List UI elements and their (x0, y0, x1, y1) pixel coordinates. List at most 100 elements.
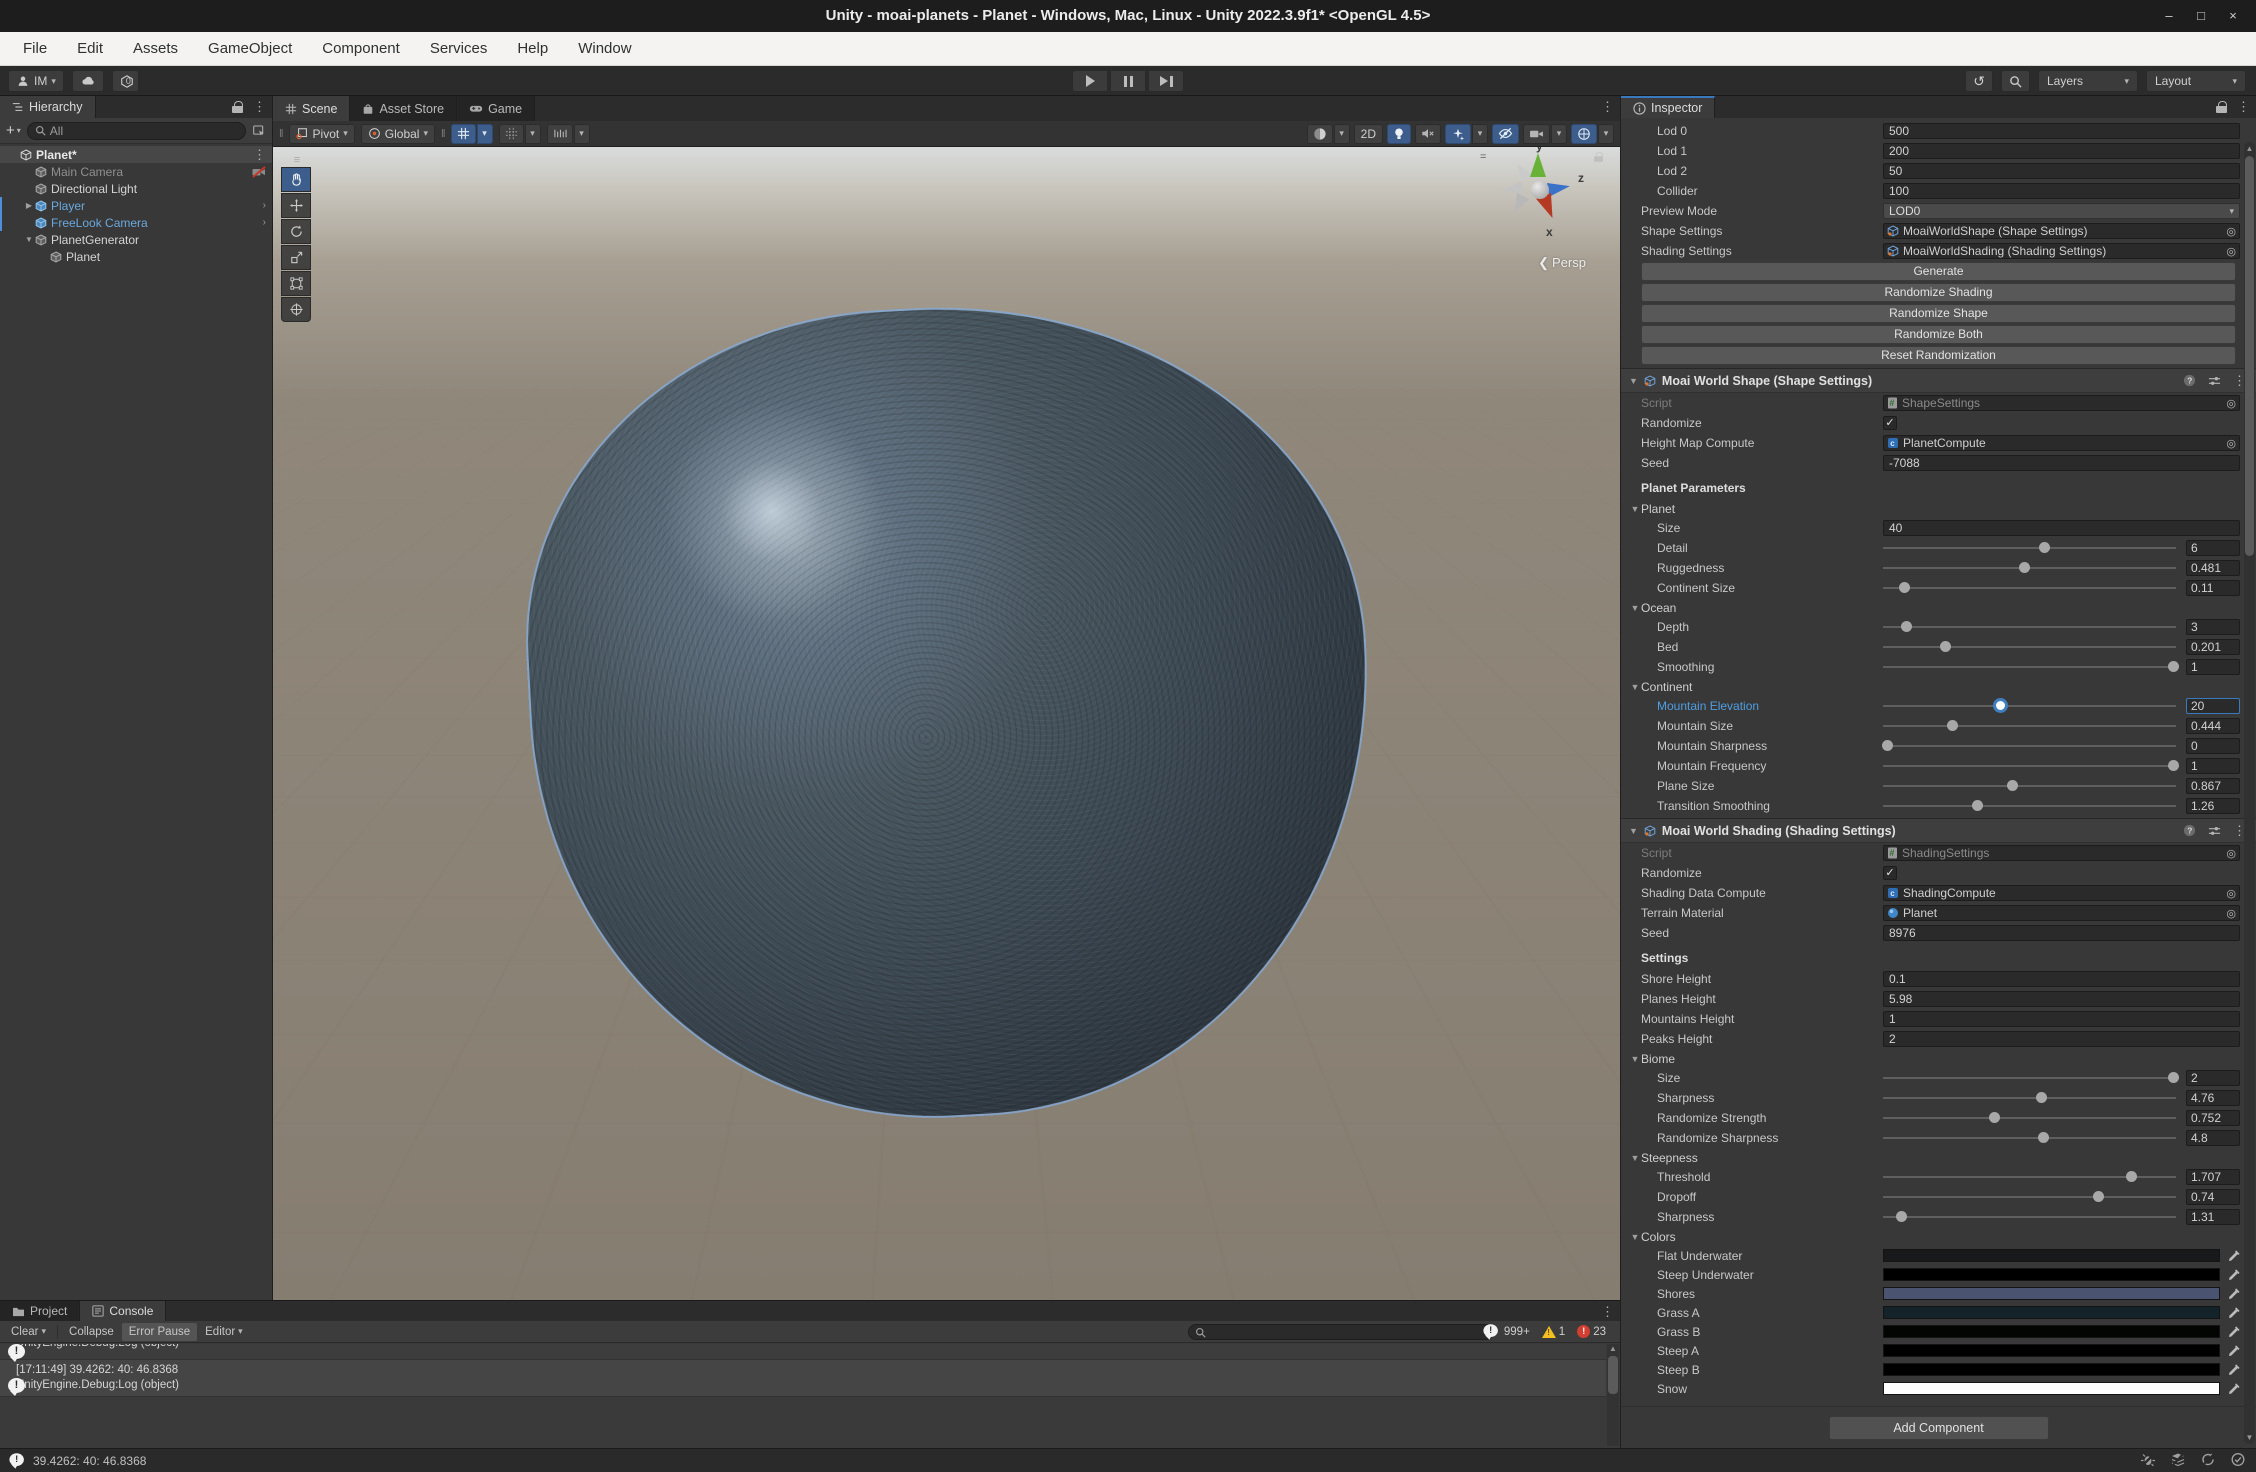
search-button[interactable] (2001, 70, 2030, 92)
ok-check-icon[interactable] (2230, 1452, 2246, 1467)
tab-scene[interactable]: Scene (273, 96, 350, 121)
lock-icon[interactable] (232, 101, 243, 113)
size-value[interactable]: 2 (2186, 1070, 2240, 1086)
randomize-shading-button[interactable]: Randomize Shading (1641, 283, 2236, 302)
foldout-steepness[interactable]: ▼Steepness (1621, 1148, 2256, 1167)
component-header-moai-world-shading-shading-settings[interactable]: ▼Moai World Shading (Shading Settings)?⋮ (1621, 818, 2256, 843)
mountains-height-field[interactable]: 1 (1883, 1011, 2240, 1027)
menu-services[interactable]: Services (415, 32, 503, 66)
slider-handle[interactable] (2038, 1132, 2049, 1143)
gizmo-lock-icon[interactable] (1594, 152, 1603, 162)
plane-size-slider[interactable] (1883, 785, 2176, 787)
ruggedness-slider[interactable] (1883, 567, 2176, 569)
grid-snapping-dropdown[interactable]: ▾ (477, 124, 493, 144)
scroll-down-icon[interactable]: ▼ (2244, 1433, 2255, 1442)
eyedropper-icon[interactable] (2220, 1288, 2240, 1300)
kebab-menu-icon[interactable]: ⋮ (1601, 99, 1614, 115)
prefab-open-chevron[interactable]: › (263, 217, 266, 228)
axis-neg-cone[interactable] (1509, 193, 1530, 215)
randomize-checkbox[interactable]: ✓ (1883, 416, 1897, 430)
hierarchy-item-planet[interactable]: Planet (0, 248, 272, 265)
slider-handle[interactable] (2168, 760, 2179, 771)
menu-file[interactable]: File (8, 32, 62, 66)
slider-handle[interactable] (1901, 621, 1912, 632)
layout-dropdown[interactable]: Layout▾ (2146, 70, 2246, 92)
object-picker-icon[interactable]: ◎ (2226, 225, 2236, 238)
mountain-elevation-slider[interactable] (1883, 705, 2176, 707)
slider-handle[interactable] (2007, 780, 2018, 791)
foldout-arrow-icon[interactable]: ▶ (23, 201, 35, 210)
snap-toggle-button[interactable] (499, 124, 524, 144)
prefab-open-chevron[interactable]: › (263, 200, 266, 211)
reset-randomization-button[interactable]: Reset Randomization (1641, 346, 2236, 365)
script-object-field[interactable]: #ShapeSettings◎ (1883, 395, 2240, 411)
depth-slider[interactable] (1883, 626, 2176, 628)
sharpness-value[interactable]: 1.31 (2186, 1209, 2240, 1225)
grass-a-color-swatch[interactable] (1883, 1306, 2220, 1319)
dropoff-value[interactable]: 0.74 (2186, 1189, 2240, 1205)
2d-toggle-button[interactable]: 2D (1354, 124, 1383, 144)
bug-disabled-icon[interactable] (2140, 1452, 2156, 1467)
menu-gameobject[interactable]: GameObject (193, 32, 307, 66)
foldout-arrow-icon[interactable]: ▼ (23, 235, 35, 244)
size-slider[interactable] (1883, 1077, 2176, 1079)
snow-color-swatch[interactable] (1883, 1382, 2220, 1395)
shore-height-field[interactable]: 0.1 (1883, 971, 2240, 987)
slider-handle[interactable] (2019, 562, 2030, 573)
sharpness-slider[interactable] (1883, 1216, 2176, 1218)
console-error-pause-button[interactable]: Error Pause (122, 1323, 197, 1341)
gizmo-grip[interactable]: = (1480, 151, 1486, 163)
pick-window-icon[interactable] (252, 124, 266, 137)
tab-project[interactable]: Project (0, 1301, 80, 1321)
console-editor-button[interactable]: Editor▾ (198, 1323, 250, 1341)
slider-handle[interactable] (2036, 1092, 2047, 1103)
console-scrollbar[interactable]: ▲ (1607, 1344, 1619, 1446)
eyedropper-icon[interactable] (2220, 1269, 2240, 1281)
steep-underwater-color-swatch[interactable] (1883, 1268, 2220, 1281)
preset-icon[interactable] (2208, 825, 2221, 837)
continent-size-slider[interactable] (1883, 587, 2176, 589)
mountain-frequency-slider[interactable] (1883, 765, 2176, 767)
maximize-icon[interactable]: □ (2188, 5, 2214, 27)
transition-smoothing-slider[interactable] (1883, 805, 2176, 807)
play-button[interactable] (1072, 70, 1108, 92)
camera-settings-dropdown[interactable]: ▾ (1551, 124, 1567, 144)
slider-handle[interactable] (2039, 542, 2050, 553)
eyedropper-icon[interactable] (2220, 1364, 2240, 1376)
effects-toggle-button[interactable] (1445, 124, 1471, 144)
transform-tool-button[interactable] (281, 297, 311, 322)
console-search-input[interactable] (1188, 1324, 1494, 1340)
slider-handle[interactable] (1882, 740, 1893, 751)
hierarchy-item-main-camera[interactable]: Main Camera (0, 163, 272, 180)
component-header-moai-world-shape-shape-settings[interactable]: ▼Moai World Shape (Shape Settings)?⋮ (1621, 368, 2256, 393)
tab-game[interactable]: Game (457, 96, 535, 121)
hierarchy-search-input[interactable]: All (27, 122, 246, 140)
move-tool-button[interactable] (281, 193, 311, 218)
slider-handle[interactable] (1947, 720, 1958, 731)
snap-increment-button[interactable] (547, 124, 573, 144)
seed-field[interactable]: -7088 (1883, 455, 2240, 471)
kebab-menu-icon[interactable]: ⋮ (253, 147, 266, 163)
axis-neg-cone[interactable] (1513, 161, 1532, 181)
mountain-sharpness-value[interactable]: 0 (2186, 738, 2240, 754)
scene-viewport[interactable]: ≡ = (273, 147, 1620, 1300)
eyedropper-icon[interactable] (2220, 1326, 2240, 1338)
hand-tool-button[interactable] (281, 167, 311, 192)
depth-value[interactable]: 3 (2186, 619, 2240, 635)
minimize-icon[interactable]: – (2156, 5, 2182, 27)
hierarchy-item-directional-light[interactable]: Directional Light (0, 180, 272, 197)
slider-handle[interactable] (2168, 661, 2179, 672)
snap-increment-dropdown[interactable]: ▾ (574, 124, 590, 144)
hierarchy-item-freelook-camera[interactable]: FreeLook Camera› (0, 214, 272, 231)
gizmo-hub[interactable] (1531, 181, 1549, 199)
threshold-value[interactable]: 1.707 (2186, 1169, 2240, 1185)
slider-handle[interactable] (2168, 1072, 2179, 1083)
menu-edit[interactable]: Edit (62, 32, 118, 66)
peaks-height-field[interactable]: 2 (1883, 1031, 2240, 1047)
mountain-size-slider[interactable] (1883, 725, 2176, 727)
step-button[interactable] (1148, 70, 1184, 92)
foldout-planet[interactable]: ▼Planet (1621, 499, 2256, 518)
hierarchy-item-planetgenerator[interactable]: ▼PlanetGenerator (0, 231, 272, 248)
planet-mesh[interactable] (511, 288, 1387, 1137)
hierarchy-item-player[interactable]: ▶Player› (0, 197, 272, 214)
